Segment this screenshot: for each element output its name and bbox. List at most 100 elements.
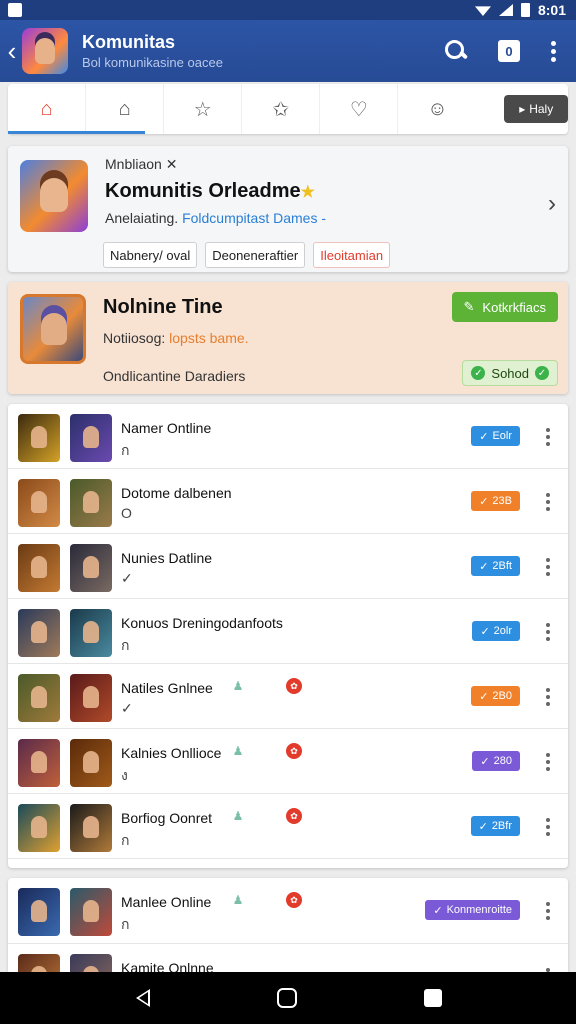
item-status-pill[interactable]: ✓ 2olr (472, 621, 520, 641)
list-item[interactable]: Natiles Gnlnee ✓ ♟ ✿ ✓ 2B0 (8, 664, 568, 729)
more-vert-icon[interactable] (546, 688, 550, 706)
list-item[interactable]: Borfiog Oonret ก ♟ ✿ ✓ 2Bfr (8, 794, 568, 859)
app-bar: ‹ Komunitas Bol komunikasine oacee 0 (0, 20, 576, 82)
item-status-pill[interactable]: ✓ 23B (471, 491, 520, 511)
player-icon: ♟ (232, 809, 244, 823)
item-name: Natiles Gnlnee (121, 680, 213, 696)
item-sub: O (121, 505, 132, 521)
more-vert-icon[interactable] (546, 623, 550, 641)
item-status-pill[interactable]: ✓ 2Bfr (470, 816, 520, 836)
game-list: Namer Ontline ก ✓ Eolr Dotome dalbenen O ✓ 23B N… (8, 404, 568, 868)
status-bar: 8:01 (0, 0, 576, 20)
item-pill-label: 2Bfr (491, 820, 512, 832)
app-title: Komunitas (82, 32, 176, 52)
app-actions: 0 (444, 39, 556, 63)
featured-small-label: Mnbliaon ✕ (105, 156, 178, 172)
pill-icon: ✓ (478, 820, 488, 833)
game-thumbnail (18, 888, 60, 936)
item-status-pill[interactable]: ✓ 2Bft (471, 556, 520, 576)
game-list-secondary: Manlee Online ก ♟ ✿ ✓ Konmenroitte Kamite Onln… (8, 878, 568, 972)
more-vert-icon[interactable] (546, 558, 550, 576)
pill-icon: ✓ (480, 625, 490, 638)
game-thumbnail (18, 479, 60, 527)
notification-icon (8, 3, 22, 17)
tab-emotes[interactable]: ☺ (398, 84, 476, 134)
game-thumbnail (70, 674, 112, 722)
pill-icon: ✓ (433, 904, 443, 917)
item-name: Namer Ontline (121, 420, 212, 436)
item-name: Borfiog Oonret (121, 810, 213, 826)
play-icon: ▸ (519, 102, 526, 116)
item-pill-label: Eolr (492, 430, 512, 442)
list-item[interactable]: Nunies Datline ✓ ✓ 2Bft (8, 534, 568, 599)
list-item[interactable]: Namer Ontline ก ✓ Eolr (8, 404, 568, 469)
star-icon: ☆ (193, 98, 212, 121)
game-thumbnail (70, 739, 112, 787)
battery-icon (520, 3, 530, 17)
highlight-footer: Ondlicantine Daradiers (103, 368, 246, 384)
item-name: Manlee Online (121, 894, 212, 910)
game-thumbnail (18, 804, 60, 852)
tab-community[interactable]: ⌂ (86, 84, 165, 134)
search-icon[interactable] (444, 39, 468, 63)
notification-count-badge[interactable]: 0 (498, 40, 520, 62)
highlight-status-badge[interactable]: ✓ Sohod ✓ (462, 360, 558, 386)
game-thumbnail (70, 479, 112, 527)
list-item[interactable]: Kamite Onlnne (8, 944, 568, 972)
item-status-pill[interactable]: ✓ Konmenroitte (425, 900, 520, 920)
nav-recents-icon[interactable] (424, 989, 443, 1007)
item-name: Kamite Onlnne (121, 960, 214, 972)
list-item[interactable]: Dotome dalbenen O ✓ 23B (8, 469, 568, 534)
chevron-right-icon[interactable]: › (548, 190, 556, 218)
back-arrow-icon[interactable]: ‹ (2, 36, 22, 67)
item-sub: ✓ (121, 700, 133, 716)
tab-dark-button[interactable]: ▸ Haly (504, 95, 569, 123)
item-pill-label: 2Bft (492, 560, 512, 572)
more-vert-icon[interactable] (546, 428, 550, 446)
chip[interactable]: Deoneneraftier (205, 242, 306, 268)
featured-star-icon: ★ (300, 184, 315, 201)
game-thumbnail (18, 739, 60, 787)
featured-game-icon (20, 160, 88, 232)
tab-dark-button-label: Haly (529, 102, 554, 116)
list-item[interactable]: Kalnies Onllioce ง ♟ ✿ ✓ 280 (8, 729, 568, 794)
item-status-pill[interactable]: ✓ 2B0 (471, 686, 520, 706)
featured-subtitle-prefix: Anelaiating. (105, 210, 183, 226)
nav-back-icon[interactable] (134, 988, 150, 1008)
more-vert-icon[interactable] (546, 902, 550, 920)
chip[interactable]: Ileoitamian (313, 242, 391, 268)
game-thumbnail (18, 544, 60, 592)
featured-subtitle-accent: Foldcumpitast Dames - (182, 210, 326, 226)
tab-likes[interactable]: ♡ (320, 84, 399, 134)
item-status-pill[interactable]: ✓ 280 (472, 751, 520, 771)
item-sub: ✓ (121, 570, 133, 586)
more-vert-icon[interactable] (550, 40, 556, 62)
game-thumbnail (70, 954, 112, 972)
item-pill-label: 2B0 (492, 690, 512, 702)
signal-icon (498, 4, 513, 16)
list-item[interactable]: Konuos Dreningodanfoots ก ✓ 2olr (8, 599, 568, 664)
tab-top[interactable]: ✩ (242, 84, 321, 134)
tab-favorites[interactable]: ☆ (164, 84, 243, 134)
game-thumbnail (70, 888, 112, 936)
highlight-action-button[interactable]: ✎ Kotkrkfiacs (451, 292, 558, 322)
more-vert-icon[interactable] (546, 753, 550, 771)
game-thumbnail (70, 414, 112, 462)
featured-subtitle: Anelaiating. Foldcumpitast Dames - (105, 210, 326, 226)
highlight-status-label: Sohod (491, 365, 529, 381)
tab-home[interactable]: ⌂ (8, 84, 146, 134)
item-name: Dotome dalbenen (121, 485, 232, 501)
edit-icon: ✎ (463, 299, 475, 314)
item-pill-label: 23B (492, 495, 512, 507)
more-vert-icon[interactable] (546, 493, 550, 511)
chip[interactable]: Nabnery/ oval (103, 242, 198, 268)
item-status-pill[interactable]: ✓ Eolr (471, 426, 520, 446)
community-avatar[interactable] (22, 28, 68, 74)
nav-home-icon[interactable] (276, 988, 297, 1008)
list-item[interactable]: Manlee Online ก ♟ ✿ ✓ Konmenroitte (8, 878, 568, 944)
more-vert-icon[interactable] (546, 818, 550, 836)
highlight-card[interactable]: Nolnine Tine Notiiosog: lopsts bame. Ond… (8, 282, 568, 394)
pill-icon: ✓ (479, 495, 489, 508)
item-name: Kalnies Onllioce (121, 745, 222, 761)
featured-card[interactable]: Mnbliaon ✕ Komunitis Orleadme★ Anelaiati… (8, 146, 568, 272)
